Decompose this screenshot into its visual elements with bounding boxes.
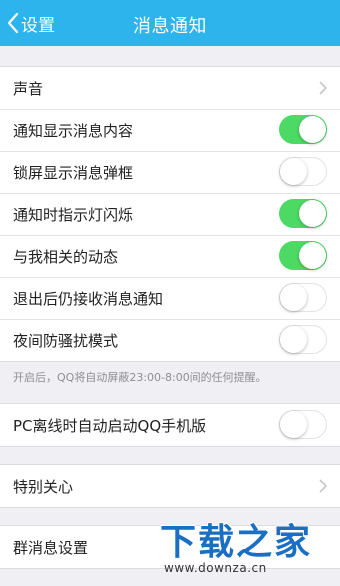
row-label: PC离线时自动启动QQ手机版 (13, 416, 207, 435)
toggle-knob (280, 284, 307, 311)
toggle-night-mode[interactable] (279, 325, 327, 354)
special-care-group: 特别关心 (0, 464, 340, 508)
row-related-activity: 与我相关的动态 (0, 235, 340, 277)
watermark-main: 下载之家 (160, 522, 313, 563)
chevron-right-icon (319, 81, 327, 95)
row-label: 退出后仍接收消息通知 (13, 289, 164, 308)
row-label: 夜间防骚扰模式 (13, 331, 119, 350)
toggle-knob (299, 242, 326, 269)
toggle-knob (299, 116, 326, 143)
row-pc-offline-autostart: PC离线时自动启动QQ手机版 (0, 404, 340, 446)
row-led-blink: 通知时指示灯闪烁 (0, 193, 340, 235)
toggle-related-activity[interactable] (279, 241, 327, 270)
row-show-message-content: 通知显示消息内容 (0, 109, 340, 151)
toggle-lockscreen-popup[interactable] (279, 157, 327, 186)
row-receive-after-exit: 退出后仍接收消息通知 (0, 277, 340, 319)
page-title: 消息通知 (133, 16, 207, 37)
night-mode-hint: 开启后，QQ将自动屏蔽23:00-8:00间的任何提醒。 (13, 371, 267, 384)
row-lockscreen-popup: 锁屏显示消息弹框 (0, 151, 340, 193)
notification-settings-group: 声音 通知显示消息内容 锁屏显示消息弹框 通知时指示灯闪烁 与我相关的动态 退出… (0, 66, 340, 362)
watermark-url: www.downza.cn (164, 561, 267, 575)
toggle-led-blink[interactable] (279, 199, 327, 228)
row-label: 特别关心 (13, 477, 74, 496)
nav-bar: 设置 消息通知 (0, 0, 340, 46)
toggle-knob (299, 200, 326, 227)
pc-offline-group: PC离线时自动启动QQ手机版 (0, 403, 340, 447)
row-label: 锁屏显示消息弹框 (13, 163, 134, 182)
row-label: 群消息设置 (13, 538, 89, 557)
row-special-care[interactable]: 特别关心 (0, 465, 340, 507)
row-night-mode: 夜间防骚扰模式 (0, 319, 340, 361)
chevron-right-icon (319, 479, 327, 493)
toggle-pc-offline-autostart[interactable] (279, 410, 327, 439)
toggle-knob (280, 326, 307, 353)
watermark-logo: 下载之家 www.downza.cn (160, 513, 336, 583)
toggle-show-message-content[interactable] (279, 115, 327, 144)
toggle-knob (280, 158, 307, 185)
row-label: 与我相关的动态 (13, 247, 119, 266)
row-label: 声音 (13, 79, 44, 98)
row-label: 通知显示消息内容 (13, 121, 134, 140)
row-label: 通知时指示灯闪烁 (13, 205, 134, 224)
toggle-knob (280, 411, 307, 438)
row-sound[interactable]: 声音 (0, 67, 340, 109)
toggle-receive-after-exit[interactable] (279, 283, 327, 312)
